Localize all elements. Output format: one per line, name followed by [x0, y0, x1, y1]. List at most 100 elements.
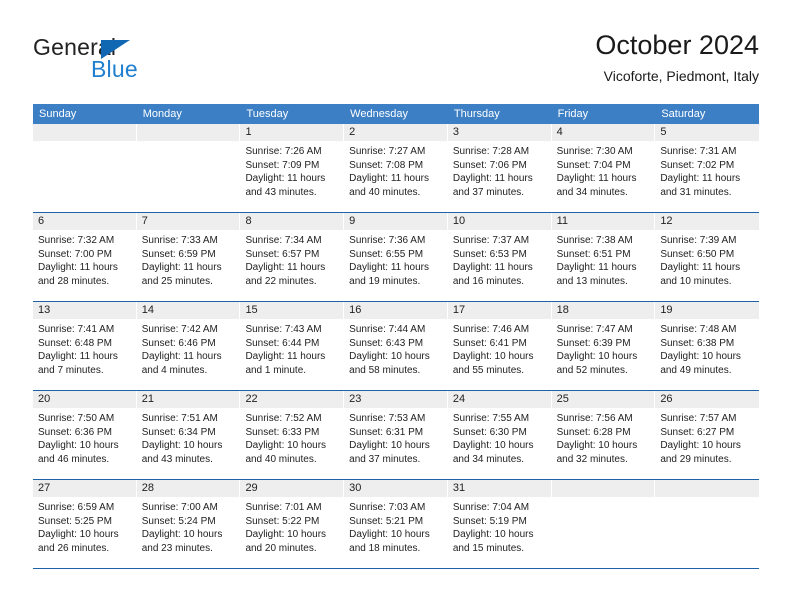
calendar-day-cell[interactable]: 6 Sunrise: 7:32 AM Sunset: 7:00 PM Daylight… [33, 213, 137, 301]
day-number: 18 [551, 302, 656, 319]
calendar-day-cell[interactable]: 4 Sunrise: 7:30 AM Sunset: 7:04 PM Daylight… [551, 124, 656, 212]
day-details: Sunrise: 7:55 AM Sunset: 6:30 PM Daylight:… [448, 408, 552, 466]
day-number: 10 [447, 213, 552, 230]
weekday-header-row: Sunday Monday Tuesday Wednesday Thursday Frid… [33, 104, 759, 124]
day-number: 15 [240, 302, 345, 319]
daylight-text-line2: and 40 minutes. [245, 453, 317, 465]
day-number: 2 [344, 124, 448, 141]
daylight-text-line2: and 43 minutes. [141, 453, 213, 465]
daylight-text-line2: and 10 minutes. [660, 275, 732, 287]
sunset-text: Sunset: 6:43 PM [349, 337, 424, 349]
daylight-text-line2: and 58 minutes. [349, 364, 421, 376]
calendar-week-row: 6 Sunrise: 7:32 AM Sunset: 7:00 PM Daylight… [33, 212, 760, 301]
calendar-day-cell[interactable]: 11 Sunrise: 7:38 AM Sunset: 6:51 PM Dayligh… [551, 213, 656, 301]
sunset-text: Sunset: 6:27 PM [660, 426, 735, 438]
calendar-day-cell[interactable]: 25 Sunrise: 7:56 AM Sunset: 6:28 PM Dayligh… [551, 391, 656, 479]
sunrise-text: Sunrise: 7:51 AM [141, 413, 218, 424]
daylight-text-line2: and 7 minutes. [38, 364, 104, 376]
calendar-day-cell[interactable]: 21 Sunrise: 7:51 AM Sunset: 6:34 PM Dayligh… [136, 391, 241, 479]
day-details: Sunrise: 7:47 AM Sunset: 6:39 PM Daylight:… [552, 319, 656, 377]
calendar-day-cell[interactable]: 3 Sunrise: 7:28 AM Sunset: 7:06 PM Daylight… [447, 124, 552, 212]
calendar-day-cell[interactable]: 23 Sunrise: 7:53 AM Sunset: 6:31 PM Dayligh… [344, 391, 448, 479]
day-details: Sunrise: 7:01 AM Sunset: 5:22 PM Daylight:… [240, 497, 344, 555]
calendar-day-cell[interactable]: 20 Sunrise: 7:50 AM Sunset: 6:36 PM Dayligh… [33, 391, 137, 479]
day-number [136, 124, 241, 141]
calendar-day-cell[interactable]: 16 Sunrise: 7:44 AM Sunset: 6:43 PM Dayligh… [344, 302, 448, 390]
calendar-day-cell[interactable]: 10 Sunrise: 7:37 AM Sunset: 6:53 PM Dayligh… [447, 213, 552, 301]
general-blue-logo[interactable]: General Blue [33, 34, 273, 94]
sunrise-text: Sunrise: 7:03 AM [349, 502, 426, 513]
daylight-text-line2: and 13 minutes. [556, 275, 628, 287]
calendar-day-cell[interactable]: 18 Sunrise: 7:47 AM Sunset: 6:39 PM Dayligh… [551, 302, 656, 390]
daylight-text-line1: Daylight: 10 hours [349, 529, 430, 541]
calendar-day-cell[interactable]: 22 Sunrise: 7:52 AM Sunset: 6:33 PM Dayligh… [240, 391, 345, 479]
sunset-text: Sunset: 5:24 PM [141, 515, 216, 527]
day-details: Sunrise: 7:34 AM Sunset: 6:57 PM Daylight:… [240, 230, 344, 288]
day-details: Sunrise: 7:48 AM Sunset: 6:38 PM Daylight:… [655, 319, 759, 377]
sunrise-text: Sunrise: 7:55 AM [452, 413, 530, 424]
daylight-text-line2: and 34 minutes. [556, 186, 628, 198]
daylight-text-line1: Daylight: 10 hours [38, 529, 119, 541]
day-number: 13 [33, 302, 137, 319]
day-details: Sunrise: 7:57 AM Sunset: 6:27 PM Daylight:… [655, 408, 759, 466]
calendar-day-cell[interactable]: 12 Sunrise: 7:39 AM Sunset: 6:50 PM Dayligh… [655, 213, 760, 301]
page-subtitle: Vicoforte, Piedmont, Italy [603, 68, 759, 84]
calendar-day-cell[interactable]: 15 Sunrise: 7:43 AM Sunset: 6:44 PM Dayligh… [240, 302, 345, 390]
calendar-day-cell[interactable]: 29 Sunrise: 7:01 AM Sunset: 5:22 PM Dayligh… [240, 480, 345, 568]
calendar-day-cell[interactable]: 8 Sunrise: 7:34 AM Sunset: 6:57 PM Daylight… [240, 213, 345, 301]
sunset-text: Sunset: 7:09 PM [245, 159, 320, 171]
daylight-text-line1: Daylight: 11 hours [452, 262, 533, 274]
calendar-day-cell[interactable]: 1 Sunrise: 7:26 AM Sunset: 7:09 PM Daylight… [240, 124, 345, 212]
calendar-day-cell-empty [551, 480, 656, 568]
sunrise-text: Sunrise: 7:32 AM [38, 235, 115, 246]
daylight-text-line1: Daylight: 10 hours [349, 351, 430, 363]
calendar-day-cell[interactable]: 17 Sunrise: 7:46 AM Sunset: 6:41 PM Dayligh… [447, 302, 552, 390]
calendar-day-cell[interactable]: 13 Sunrise: 7:41 AM Sunset: 6:48 PM Dayligh… [33, 302, 137, 390]
sunset-text: Sunset: 6:57 PM [245, 248, 320, 260]
daylight-text-line2: and 32 minutes. [556, 453, 628, 465]
calendar-day-cell[interactable]: 31 Sunrise: 7:04 AM Sunset: 5:19 PM Dayligh… [447, 480, 552, 568]
weekday-header-monday: Monday [142, 108, 182, 120]
daylight-text-line1: Daylight: 10 hours [660, 351, 741, 363]
daylight-text-line2: and 26 minutes. [38, 542, 110, 554]
sunrise-text: Sunrise: 7:50 AM [38, 413, 115, 424]
calendar-day-cell[interactable]: 24 Sunrise: 7:55 AM Sunset: 6:30 PM Dayligh… [447, 391, 552, 479]
calendar-day-cell[interactable]: 2 Sunrise: 7:27 AM Sunset: 7:08 PM Daylight… [344, 124, 448, 212]
day-number: 1 [240, 124, 345, 141]
day-details: Sunrise: 7:33 AM Sunset: 6:59 PM Daylight:… [137, 230, 241, 288]
sunset-text: Sunset: 7:06 PM [452, 159, 527, 171]
sunrise-text: Sunrise: 7:34 AM [245, 235, 322, 246]
weekday-header-wednesday: Wednesday [350, 108, 409, 120]
sunrise-text: Sunrise: 7:46 AM [452, 324, 530, 335]
calendar-day-cell[interactable]: 27 Sunrise: 6:59 AM Sunset: 5:25 PM Dayligh… [33, 480, 137, 568]
daylight-text-line2: and 4 minutes. [141, 364, 208, 376]
daylight-text-line1: Daylight: 11 hours [452, 173, 533, 185]
sunrise-text: Sunrise: 7:00 AM [141, 502, 218, 513]
calendar-day-cell[interactable]: 26 Sunrise: 7:57 AM Sunset: 6:27 PM Dayligh… [655, 391, 760, 479]
calendar-day-cell[interactable]: 19 Sunrise: 7:48 AM Sunset: 6:38 PM Dayligh… [655, 302, 760, 390]
weekday-header-sunday: Sunday [39, 108, 77, 120]
calendar-day-cell[interactable]: 30 Sunrise: 7:03 AM Sunset: 5:21 PM Dayligh… [344, 480, 448, 568]
sunrise-text: Sunrise: 7:42 AM [141, 324, 218, 335]
calendar-day-cell[interactable]: 5 Sunrise: 7:31 AM Sunset: 7:02 PM Daylight… [655, 124, 760, 212]
sunset-text: Sunset: 6:39 PM [556, 337, 631, 349]
calendar-day-cell-empty [33, 124, 137, 212]
daylight-text-line2: and 29 minutes. [660, 453, 732, 465]
weekday-header-friday: Friday [557, 108, 589, 120]
calendar-day-cell[interactable]: 9 Sunrise: 7:36 AM Sunset: 6:55 PM Daylight… [344, 213, 448, 301]
weekday-header-saturday: Saturday [661, 108, 706, 120]
sunset-text: Sunset: 6:30 PM [452, 426, 527, 438]
sunset-text: Sunset: 6:46 PM [141, 337, 216, 349]
calendar-day-cell[interactable]: 7 Sunrise: 7:33 AM Sunset: 6:59 PM Daylight… [136, 213, 241, 301]
daylight-text-line1: Daylight: 10 hours [349, 440, 430, 452]
daylight-text-line2: and 20 minutes. [245, 542, 317, 554]
page-header: General Blue October 2024 Vicoforte, Pie… [33, 28, 759, 98]
day-details: Sunrise: 7:30 AM Sunset: 7:04 PM Daylight:… [552, 141, 656, 199]
weekday-header-tuesday: Tuesday [246, 108, 289, 120]
calendar-day-cell[interactable]: 14 Sunrise: 7:42 AM Sunset: 6:46 PM Dayligh… [136, 302, 241, 390]
daylight-text-line2: and 1 minute. [245, 364, 307, 376]
day-details: Sunrise: 7:28 AM Sunset: 7:06 PM Daylight:… [448, 141, 552, 199]
calendar-day-cell[interactable]: 28 Sunrise: 7:00 AM Sunset: 5:24 PM Dayligh… [136, 480, 241, 568]
day-number: 4 [551, 124, 656, 141]
title-block: October 2024 Vicoforte, Piedmont, Italy [595, 28, 759, 87]
